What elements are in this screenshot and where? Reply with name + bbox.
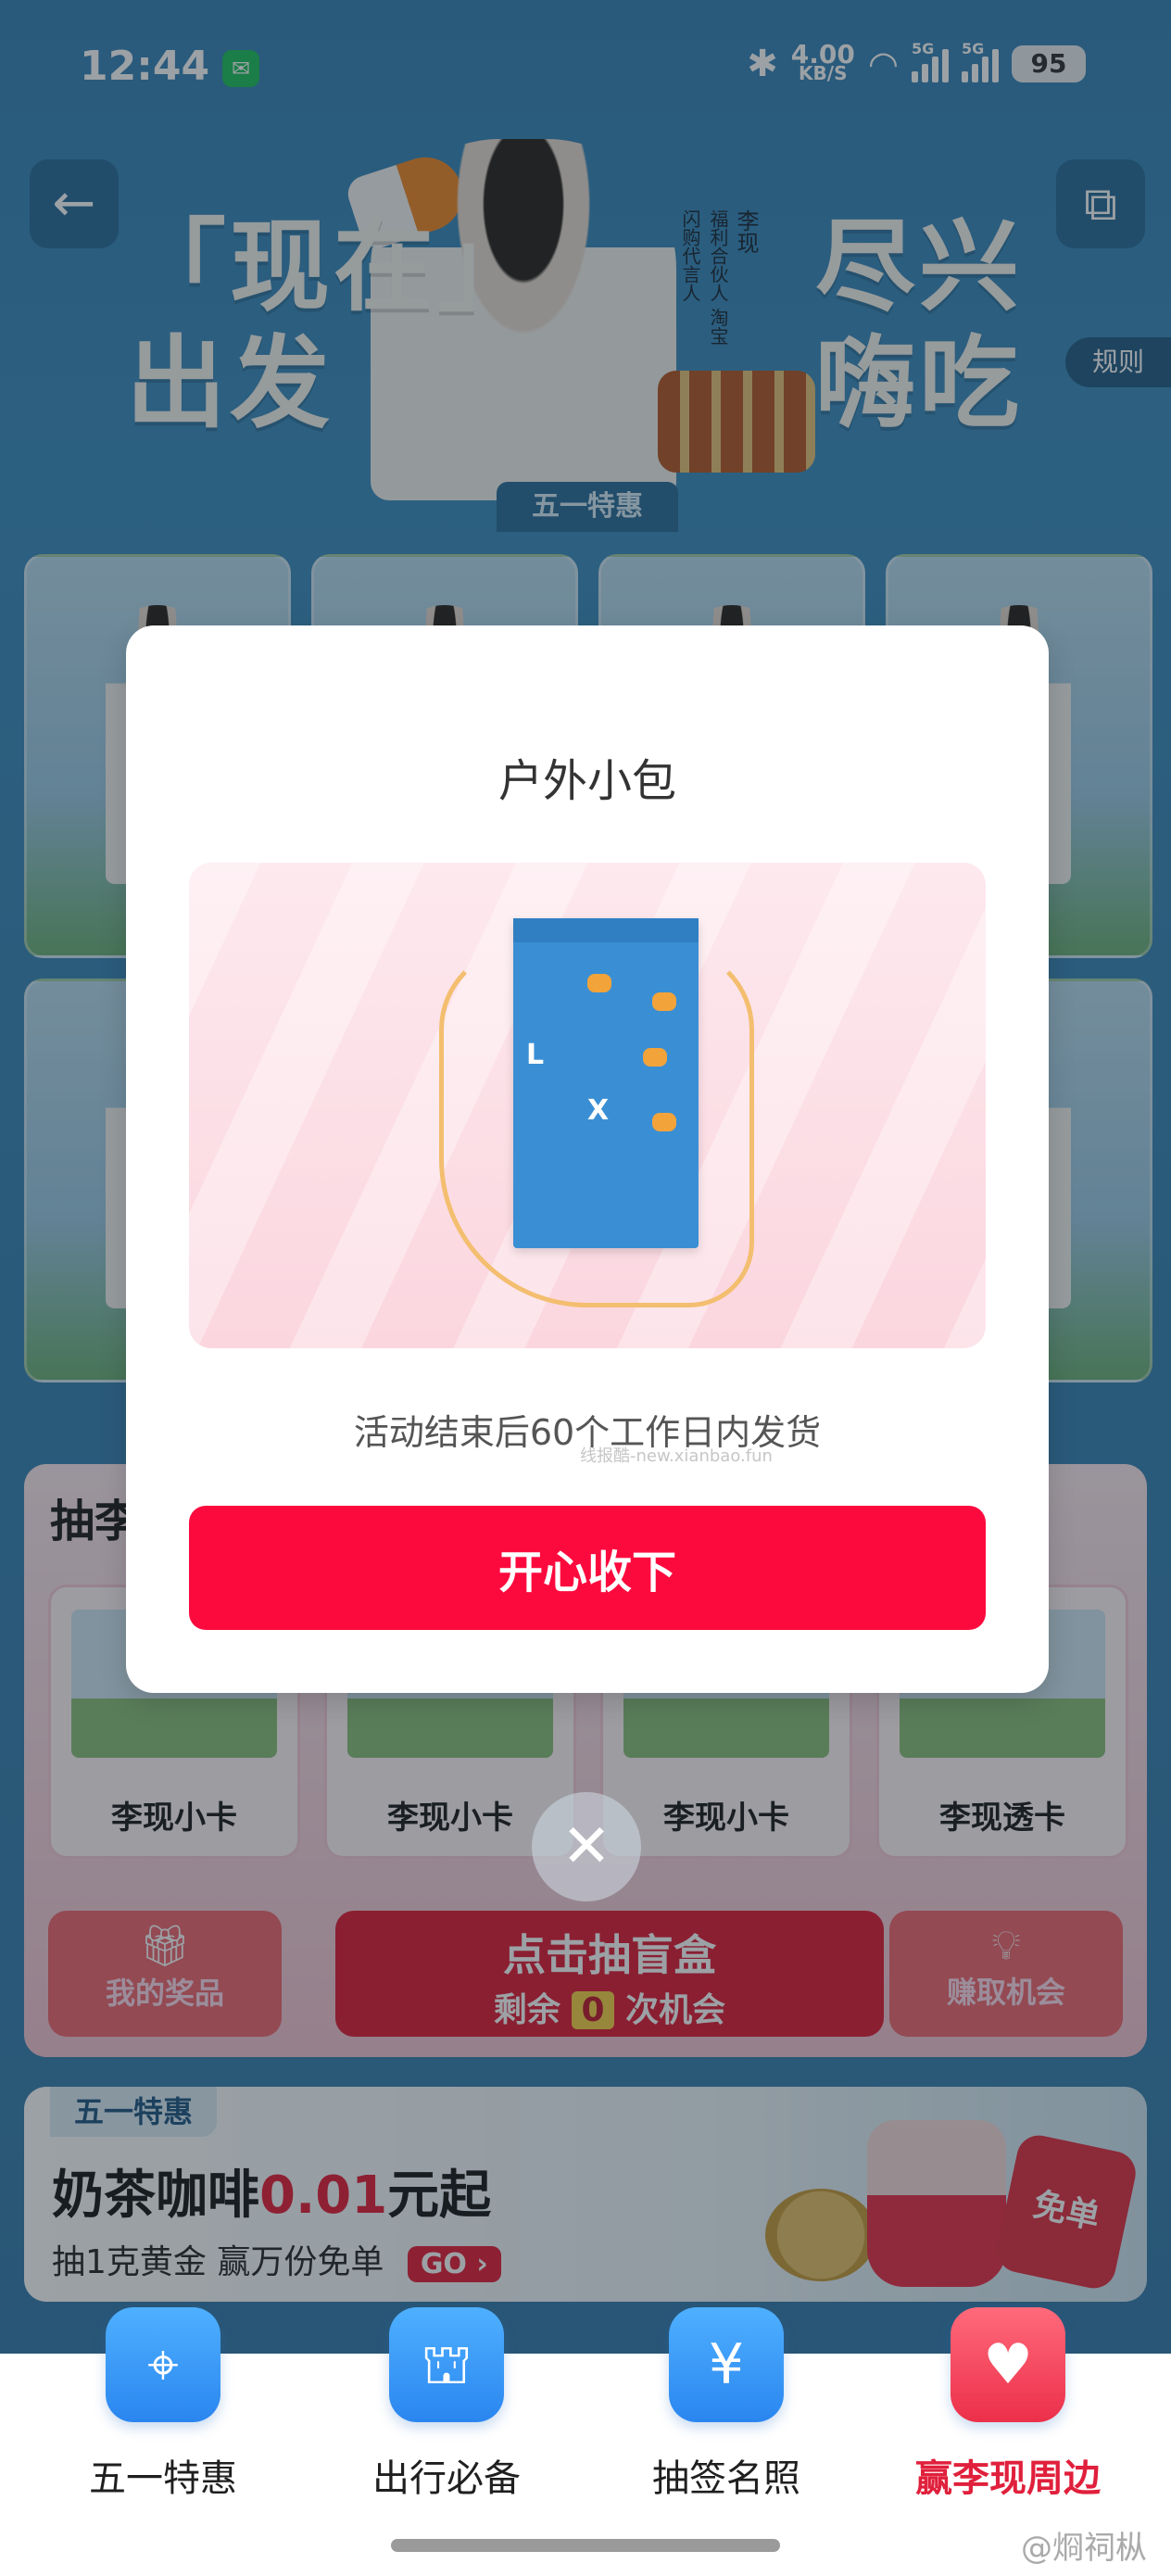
tab-travel-essentials[interactable]: ⛫ 出行必备 bbox=[326, 2307, 567, 2502]
pouch-letter-l: L bbox=[526, 1039, 545, 1071]
close-icon: ✕ bbox=[561, 1812, 611, 1881]
watermark: 线报酷-new.xianbao.fun bbox=[580, 1446, 773, 1466]
outdoor-pouch-illustration: L X bbox=[513, 918, 699, 1248]
tab-label: 出行必备 bbox=[372, 2457, 521, 2500]
tab-win-merch[interactable]: ♥ 赢李现周边 bbox=[888, 2307, 1128, 2502]
prize-modal: 户外小包 L X 活动结束后60个工作日内发货 线报酷-new.xianbao.… bbox=[126, 625, 1049, 1693]
basket-icon: ⛫ bbox=[389, 2307, 504, 2422]
ticket-yen-icon: ¥ bbox=[669, 2307, 784, 2422]
map-pin-icon: ⌖ bbox=[106, 2307, 220, 2422]
gift-heart-icon: ♥ bbox=[951, 2307, 1065, 2422]
home-indicator[interactable] bbox=[391, 2539, 780, 2552]
weibo-watermark: @烱祠枞 bbox=[1021, 2530, 1147, 2567]
close-modal-button[interactable]: ✕ bbox=[532, 1792, 641, 1901]
prize-image: L X bbox=[189, 863, 986, 1348]
tab-label: 抽签名照 bbox=[652, 2457, 800, 2500]
confirm-button[interactable]: 开心收下 bbox=[189, 1506, 986, 1630]
tab-wuyi-deals[interactable]: ⌖ 五一特惠 bbox=[43, 2307, 283, 2502]
modal-title: 户外小包 bbox=[497, 755, 676, 807]
pouch-letter-x: X bbox=[587, 1094, 610, 1127]
tab-signed-photo[interactable]: ¥ 抽签名照 bbox=[606, 2307, 847, 2502]
tab-label: 五一特惠 bbox=[89, 2457, 237, 2500]
tab-label: 赢李现周边 bbox=[915, 2457, 1101, 2500]
